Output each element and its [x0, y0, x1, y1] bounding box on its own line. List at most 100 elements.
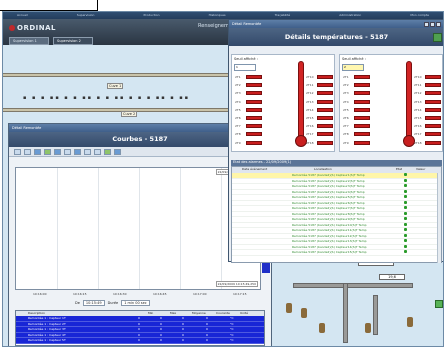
minimize-icon[interactable]: [424, 21, 429, 27]
temperature-title-text: Détails températures - 5187: [284, 33, 389, 41]
legend-rows: Remontée 1 : Capteur 1T 0 0 0 0 °C Remontée 1 …: [16, 316, 264, 344]
alarm-row[interactable]: Remontée 5187 (bande2)(S) Capteur15(S)T …: [232, 250, 441, 256]
window-titlebar[interactable]: Détail Remontée: [229, 20, 443, 28]
legend-cell: °C: [230, 327, 234, 332]
logo-text: ORDINAL: [17, 24, 56, 32]
menu-item[interactable]: Production: [144, 12, 160, 19]
sensor-bar: [425, 124, 441, 129]
alarm-location: Remontée 5187 (bande2)(S) Capteur8(S)T T…: [292, 211, 365, 216]
play-icon[interactable]: [104, 148, 111, 155]
export-icon[interactable]: [54, 148, 61, 155]
timestamp-label: 22/09/2009 10:15:49,250: [215, 281, 258, 287]
sensor-row: 2T11: [306, 83, 336, 88]
cursor-icon[interactable]: [94, 148, 101, 155]
sensor-label: 2T18: [414, 140, 422, 145]
status-ok-icon: [404, 233, 407, 237]
sensor-bar: [246, 132, 262, 137]
sensor-row: 2T16: [306, 124, 336, 129]
sensor-row: 2T1: [235, 75, 265, 80]
grid-line: [57, 168, 58, 289]
sensor-label: 2T3: [235, 91, 241, 96]
duration-label: Durée: [107, 301, 119, 305]
alarm-state: [404, 244, 424, 249]
legend-cell: 0: [182, 338, 184, 343]
settings-icon[interactable]: [74, 148, 81, 155]
thermometer: [298, 61, 304, 139]
legend-cell: 0: [138, 338, 140, 343]
alarm-location: Remontée 5187 (bande2)(S) Capteur10(S)T …: [292, 222, 367, 227]
maximize-icon[interactable]: [430, 21, 435, 27]
alarm-table: Date événement Localisation Etat Valeur …: [231, 166, 442, 263]
hanger: [319, 323, 325, 333]
sensor-label: 2T8: [235, 132, 241, 137]
tab-supervision-1[interactable]: Supervision 1: [9, 37, 49, 45]
sensor-row: 2T6: [235, 116, 265, 121]
start-time-field[interactable]: 10:15:49: [82, 300, 105, 306]
refresh-icon[interactable]: [44, 148, 51, 155]
menu-item[interactable]: Historiques: [209, 12, 226, 19]
legend-table: Description Min Max Moyenne Courante Uni…: [15, 310, 265, 346]
sensor-label: 2T8: [343, 132, 349, 137]
alarm-state: [404, 189, 424, 194]
sensor-label: 2T16: [414, 124, 422, 129]
legend-cell: 0: [206, 327, 208, 332]
legend-cell: °C: [230, 332, 234, 337]
alarm-location: Remontée 5187 (bande2)(S) Capteur6(S)T T…: [292, 200, 365, 205]
sensor-row: 2T15: [414, 116, 443, 121]
sensor-label: 2T6: [343, 116, 349, 120]
x-tick: 10:16:15: [73, 292, 87, 296]
sensor-row: 2T12: [414, 91, 443, 96]
sensor-gauge-left: Seuil affiché : 1 2T1 2T2 2T3 2T4 2T5 2T6 2T7 2…: [231, 54, 335, 152]
legend-row[interactable]: Remontée 1 : Capteur 5T 0 0 0 0 °C: [16, 338, 264, 344]
pan-icon[interactable]: [34, 148, 41, 155]
chart-area[interactable]: 22/09/2009 10:15:49,250 22/09/2009 10:15…: [15, 167, 261, 290]
refresh-icon[interactable]: [433, 33, 442, 42]
alarm-location: Remontée 5187 (bande2)(S) Capteur4(S)T T…: [292, 189, 365, 194]
grid-icon[interactable]: [84, 148, 91, 155]
sensor-bar: [246, 140, 262, 145]
scrollbar[interactable]: [437, 173, 441, 263]
refresh-button[interactable]: [435, 300, 443, 308]
print-icon[interactable]: [64, 148, 71, 155]
sensor-label: 2T2: [235, 83, 241, 88]
duration-field[interactable]: 1 min 00 sec: [121, 300, 150, 306]
sensor-bar: [246, 83, 262, 88]
zoom-in-icon[interactable]: [14, 148, 21, 155]
seuil-select[interactable]: 1: [234, 64, 256, 71]
save-icon[interactable]: [114, 148, 121, 155]
sensor-bar: [425, 132, 441, 137]
alarm-location: Remontée 5187 (bande2)(S) Capteur5(S)T T…: [292, 195, 365, 200]
sensor-label: 2T13: [414, 99, 422, 104]
sensor-bar: [246, 91, 262, 96]
status-ok-icon: [404, 244, 407, 248]
sensor-bar: [425, 75, 441, 79]
thermometer-bulb: [295, 135, 307, 147]
tab-supervision-2[interactable]: Supervision 2: [53, 37, 93, 45]
sensor-bar: [246, 99, 262, 104]
zoom-out-icon[interactable]: [24, 148, 31, 155]
sensor-row: 2T16: [414, 124, 443, 129]
status-ok-icon: [404, 217, 407, 221]
alarm-rows: Remontée 5187 (bande2)(S) Capteur1(S)T T…: [232, 173, 441, 256]
legend-cell: 0: [206, 321, 208, 326]
legend-cell: 0: [182, 327, 184, 332]
sensor-label: 2T10: [414, 75, 422, 79]
menu-item[interactable]: Administration: [339, 12, 361, 19]
col-avg: Moyenne: [192, 311, 206, 315]
sensor-row: 2T2: [343, 83, 373, 88]
menu-item[interactable]: Traçabilité: [275, 12, 290, 19]
legend-cell: 0: [182, 316, 184, 321]
sensor-bar: [317, 107, 333, 112]
pipe: [373, 295, 378, 335]
menu-item[interactable]: Supervision: [77, 12, 95, 19]
sensor-row: 2T7: [343, 124, 373, 129]
x-tick: 10:16:45: [153, 292, 167, 296]
menu-item[interactable]: Mon compte: [410, 12, 429, 19]
legend-cell: 0: [138, 327, 140, 332]
menu-item[interactable]: Accueil: [17, 12, 28, 19]
sensor-label: 2T2: [343, 83, 349, 88]
sensor-row: 2T15: [306, 116, 336, 121]
close-icon[interactable]: [436, 21, 441, 27]
seuil-select[interactable]: 2: [342, 64, 364, 71]
sensor-row: 2T4: [343, 99, 373, 105]
